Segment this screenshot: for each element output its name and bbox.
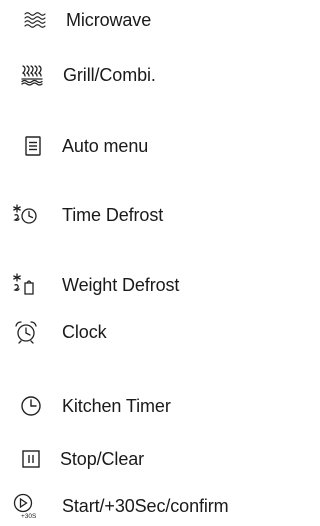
kitchen-timer-icon [18, 393, 44, 419]
legend-item-weight-defrost: Weight Defrost [0, 265, 275, 305]
stop-clear-icon [18, 446, 44, 472]
legend-label: Stop/Clear [60, 449, 145, 469]
grill-combi-icon [19, 62, 45, 88]
legend-item-stop-clear: Stop/Clear [0, 439, 275, 479]
legend-item-microwave: Microwave [0, 0, 275, 40]
legend-label: Microwave [66, 10, 152, 30]
legend-label: Kitchen Timer [62, 396, 171, 416]
legend-label: Time Defrost [62, 205, 164, 225]
start-icon-text: +30S [21, 513, 37, 520]
auto-menu-icon [20, 133, 46, 159]
legend-item-time-defrost: Time Defrost [0, 195, 275, 235]
weight-defrost-icon [12, 272, 38, 298]
legend-label: Auto menu [62, 136, 149, 156]
legend-item-kitchen-timer: Kitchen Timer [0, 386, 275, 426]
control-panel-legend: Microwave Grill/Combi. Auto menu Time De… [0, 0, 275, 524]
time-defrost-icon [12, 202, 38, 228]
legend-item-auto-menu: Auto menu [0, 126, 275, 166]
legend-label: Weight Defrost [62, 275, 180, 295]
start-30sec-icon: +30S [13, 493, 40, 520]
legend-item-clock: Clock [0, 312, 275, 352]
legend-item-start-30sec-confirm: +30S Start/+30Sec/confirm [0, 486, 275, 526]
legend-label: Start/+30Sec/confirm [62, 496, 229, 516]
legend-label: Grill/Combi. [63, 65, 156, 85]
alarm-clock-icon [13, 319, 39, 345]
microwave-waves-icon [22, 7, 48, 33]
legend-label: Clock [62, 322, 107, 342]
legend-item-grill-combi: Grill/Combi. [0, 55, 275, 95]
